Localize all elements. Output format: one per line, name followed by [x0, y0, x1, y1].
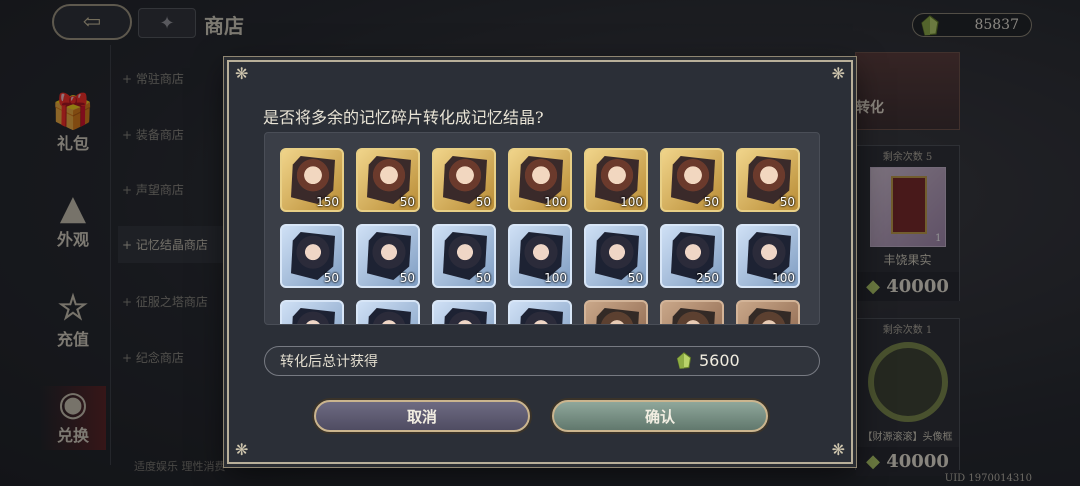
fragment-tile[interactable]: 50 — [660, 148, 724, 212]
fragment-tile[interactable] — [660, 300, 724, 324]
memory-shard-portrait-icon — [291, 308, 335, 324]
total-value: 5600 — [675, 351, 740, 370]
fragment-tile[interactable]: 50 — [432, 224, 496, 288]
fragment-quantity: 100 — [544, 271, 567, 285]
fragment-quantity: 100 — [772, 271, 795, 285]
corner-ornament-icon: ❋ — [831, 440, 845, 459]
fragment-quantity: 50 — [475, 195, 491, 209]
fragment-quantity: 50 — [399, 195, 415, 209]
fragment-quantity: 50 — [475, 271, 491, 285]
convert-dialog: ❋ ❋ ❋ ❋ 是否将多余的记忆碎片转化成记忆结晶? 150 50 50 100 100… — [227, 60, 853, 464]
memory-shard-portrait-icon — [747, 308, 791, 324]
memory-shard-portrait-icon — [443, 308, 487, 324]
fragment-tile[interactable] — [432, 300, 496, 324]
total-row: 转化后总计获得 5600 — [264, 346, 820, 376]
corner-ornament-icon: ❋ — [831, 64, 845, 83]
fragment-tile[interactable]: 50 — [280, 224, 344, 288]
memory-shard-portrait-icon — [519, 308, 563, 324]
fragment-quantity: 50 — [323, 271, 339, 285]
cancel-button[interactable]: 取消 — [314, 400, 530, 432]
corner-ornament-icon: ❋ — [235, 440, 249, 459]
total-amount: 5600 — [699, 351, 740, 370]
fragment-quantity: 50 — [399, 271, 415, 285]
fragment-quantity: 50 — [703, 195, 719, 209]
memory-shard-portrait-icon — [671, 308, 715, 324]
total-label: 转化后总计获得 — [280, 354, 378, 370]
fragment-tile[interactable]: 150 — [280, 148, 344, 212]
fragment-tile[interactable]: 250 — [660, 224, 724, 288]
fragment-tile[interactable]: 100 — [736, 224, 800, 288]
crystal-gem-icon — [676, 351, 692, 369]
fragment-tile[interactable] — [736, 300, 800, 324]
fragment-quantity: 100 — [620, 195, 643, 209]
fragment-tile[interactable] — [508, 300, 572, 324]
fragment-tile[interactable]: 100 — [508, 148, 572, 212]
fragment-quantity: 50 — [627, 271, 643, 285]
fragment-tile[interactable]: 50 — [356, 148, 420, 212]
fragment-tile[interactable]: 50 — [356, 224, 420, 288]
fragment-quantity: 100 — [544, 195, 567, 209]
dialog-title: 是否将多余的记忆碎片转化成记忆结晶? — [263, 108, 544, 127]
corner-ornament-icon: ❋ — [235, 64, 249, 83]
fragment-tile[interactable] — [584, 300, 648, 324]
fragment-quantity: 250 — [696, 271, 719, 285]
confirm-button[interactable]: 确认 — [552, 400, 768, 432]
fragment-list[interactable]: 150 50 50 100 100 50 50 50 50 50 100 50 250 100 — [264, 132, 820, 325]
fragment-tile[interactable]: 100 — [508, 224, 572, 288]
fragment-tile[interactable] — [356, 300, 420, 324]
fragment-quantity: 150 — [316, 195, 339, 209]
fragment-tile[interactable]: 50 — [432, 148, 496, 212]
fragment-tile[interactable]: 100 — [584, 148, 648, 212]
memory-shard-portrait-icon — [367, 308, 411, 324]
fragment-tile[interactable]: 50 — [736, 148, 800, 212]
fragment-grid: 150 50 50 100 100 50 50 50 50 50 100 50 250 100 — [280, 148, 800, 324]
fragment-quantity: 50 — [779, 195, 795, 209]
memory-shard-portrait-icon — [595, 308, 639, 324]
fragment-tile[interactable] — [280, 300, 344, 324]
fragment-tile[interactable]: 50 — [584, 224, 648, 288]
